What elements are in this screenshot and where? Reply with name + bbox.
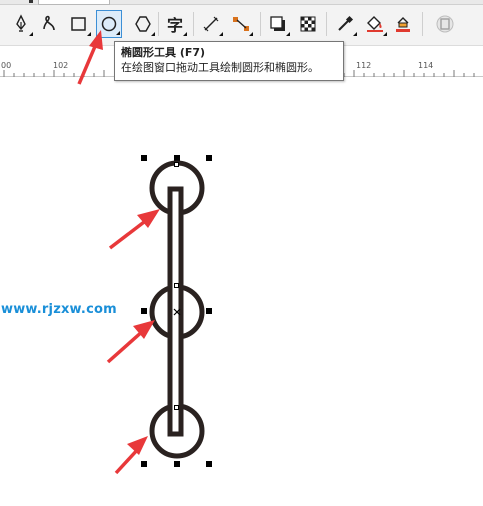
toolbar-separator [193,12,194,36]
drawing-canvas[interactable]: www.rjzxw.com [0,78,483,506]
connector-icon [233,17,249,31]
flyout-indicator [183,32,187,36]
polygon-icon [135,16,151,32]
ruler-label: 114 [418,61,434,70]
property-bar-marker [29,0,33,3]
drop-shadow-icon [270,16,285,31]
flyout-indicator [219,32,223,36]
ruler-label: 112 [356,61,372,70]
flyout-indicator [116,31,120,35]
flyout-indicator [151,32,155,36]
ellipse-tool-button[interactable] [96,10,122,38]
flyout-indicator [383,32,387,36]
transparency-tool-button[interactable] [295,10,321,38]
pen-tool-button[interactable] [8,10,34,38]
smart-fill-icon [396,17,410,32]
annotation-arrows [106,209,160,475]
dimension-tool-button[interactable] [198,10,224,38]
flyout-indicator [249,32,253,36]
rectangle-icon [71,17,86,31]
drop-shadow-tool-button[interactable] [265,10,291,38]
interactive-fill-tool-button[interactable] [362,10,388,38]
ellipse-tool-tooltip: 椭圆形工具 (F7) 在绘图窗口拖动工具绘制圆形和椭圆形。 [114,41,344,81]
tooltip-title: 椭圆形工具 (F7) [121,46,206,59]
polygon-tool-button[interactable] [130,10,156,38]
tooltip-description: 在绘图窗口拖动工具绘制圆形和椭圆形。 [121,61,319,74]
toolbar-separator [260,12,261,36]
watermark-text: www.rjzxw.com [1,302,117,317]
flyout-indicator [29,32,33,36]
transparency-icon [300,16,316,32]
eyedropper-tool-button[interactable] [332,10,358,38]
dimension-icon [203,16,219,32]
eyedropper-icon [338,15,354,31]
ruler-label: 00 [1,61,12,70]
text-tool-button[interactable]: 字 [162,10,188,38]
toolbar-separator [422,12,423,36]
connector-tool-button[interactable] [228,10,254,38]
overlay-button[interactable] [432,10,458,38]
flyout-indicator [353,32,357,36]
flyout-indicator [87,32,91,36]
smart-fill-tool-button[interactable] [390,10,416,38]
toolbar-separator [326,12,327,36]
flyout-indicator [286,32,290,36]
artistic-media-tool-button[interactable] [36,10,62,38]
text-icon: 字 [166,16,183,35]
fill-bucket-icon [367,16,383,32]
arrow-to-bottom-circle [114,436,148,475]
pen-icon [16,14,26,32]
rectangle-tool-button[interactable] [66,10,92,38]
arrow-to-top-circle [108,209,160,250]
ruler-label: 102 [53,61,69,70]
toolbar-separator [158,12,159,36]
arrow-to-middle-circle [106,320,155,364]
artistic-media-icon [43,15,55,31]
square-overlay-icon [436,15,454,33]
toolbox: 字 [0,5,483,46]
